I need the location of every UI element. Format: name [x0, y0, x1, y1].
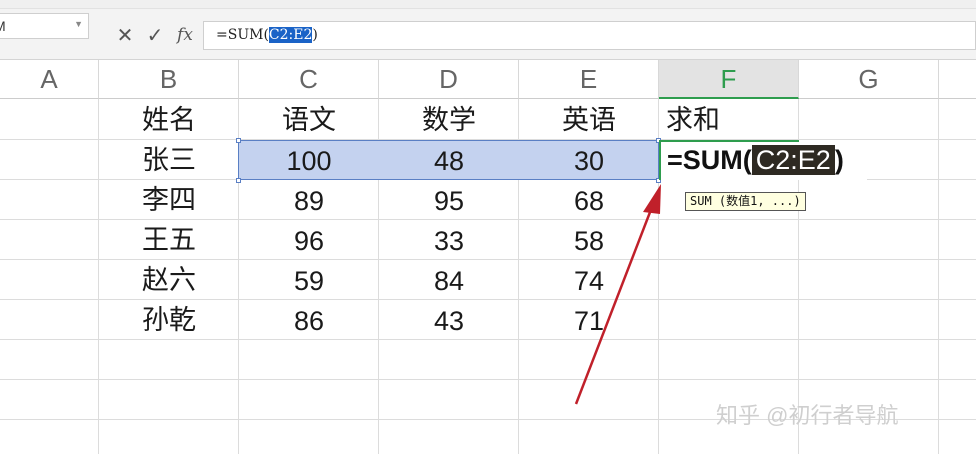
cell-d3[interactable]: 95: [379, 181, 519, 221]
cell-c5[interactable]: 59: [239, 261, 379, 301]
cell-c2[interactable]: 100: [239, 141, 379, 181]
cell-f2-editing[interactable]: =SUM(C2:E2): [659, 140, 844, 180]
function-argument-tooltip[interactable]: SUM (数值1, ...): [685, 192, 806, 211]
col-header-g[interactable]: G: [799, 60, 939, 99]
cell-b2[interactable]: 张三: [99, 141, 239, 181]
formula-selected-ref: C2:E2: [268, 27, 313, 43]
cell-e2[interactable]: 30: [519, 141, 659, 181]
cell-e3[interactable]: 68: [519, 181, 659, 221]
watermark: 知乎 @初行者导航: [716, 403, 899, 428]
worksheet-grid[interactable]: A B C D E F G 姓名 语文 数学 英语 求和 张三 100 48 3…: [0, 60, 976, 454]
col-header-d[interactable]: D: [379, 60, 519, 99]
col-header-b[interactable]: B: [99, 60, 239, 99]
formula-input[interactable]: =SUM(C2:E2): [203, 21, 976, 50]
cell-b1[interactable]: 姓名: [99, 101, 239, 141]
edit-formula-text: =SUM(C2:E2): [667, 145, 844, 175]
cell-c3[interactable]: 89: [239, 181, 379, 221]
cell-b4[interactable]: 王五: [99, 221, 239, 261]
edit-formula-ref: C2:E2: [751, 145, 835, 175]
col-header-c[interactable]: C: [239, 60, 379, 99]
formula-bar-buttons: ✕ ✓ fx: [110, 22, 200, 48]
cell-d4[interactable]: 33: [379, 221, 519, 261]
ribbon-edge: [0, 0, 976, 9]
cell-c6[interactable]: 86: [239, 301, 379, 341]
cell-b5[interactable]: 赵六: [99, 261, 239, 301]
cell-f1[interactable]: 求和: [659, 101, 799, 141]
cell-b3[interactable]: 李四: [99, 181, 239, 221]
cell-d1[interactable]: 数学: [379, 101, 519, 141]
grid-line: [0, 379, 976, 380]
grid-line: [938, 99, 939, 454]
cell-e1[interactable]: 英语: [519, 101, 659, 141]
check-icon[interactable]: ✓: [140, 23, 170, 48]
fx-icon[interactable]: fx: [170, 25, 200, 45]
cell-b6[interactable]: 孙乾: [99, 301, 239, 341]
name-box[interactable]: M ▼: [0, 13, 89, 39]
col-header-h[interactable]: [939, 60, 976, 99]
chevron-down-icon[interactable]: ▼: [74, 19, 83, 29]
name-box-value: M: [0, 18, 6, 34]
col-header-f[interactable]: F: [659, 60, 799, 99]
cell-c1[interactable]: 语文: [239, 101, 379, 141]
col-header-e[interactable]: E: [519, 60, 659, 99]
cell-e6[interactable]: 71: [519, 301, 659, 341]
cell-c4[interactable]: 96: [239, 221, 379, 261]
col-header-a[interactable]: A: [0, 60, 99, 99]
formula-text: =SUM(C2:E2): [216, 27, 318, 43]
cell-e5[interactable]: 74: [519, 261, 659, 301]
cell-d2[interactable]: 48: [379, 141, 519, 181]
cell-e4[interactable]: 58: [519, 221, 659, 261]
cell-d6[interactable]: 43: [379, 301, 519, 341]
cell-d5[interactable]: 84: [379, 261, 519, 301]
close-icon[interactable]: ✕: [110, 23, 140, 48]
